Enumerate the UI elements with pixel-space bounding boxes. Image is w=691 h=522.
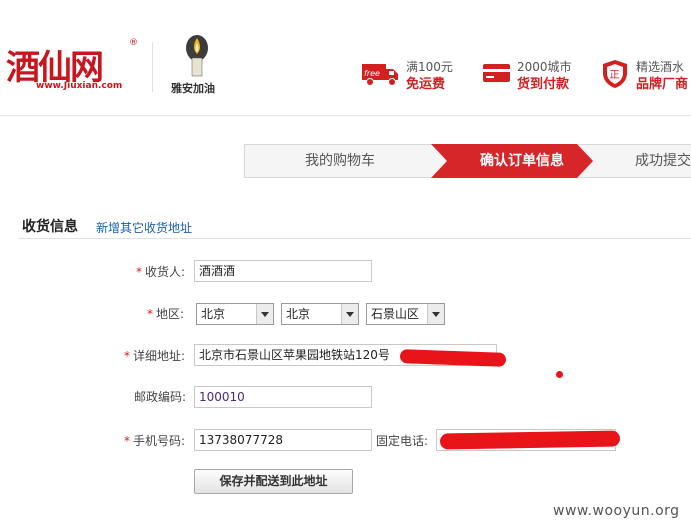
truck-free-icon: free (362, 64, 398, 86)
card-icon (483, 64, 510, 82)
address-label: * 详细地址: (124, 349, 186, 363)
perk-line2: 免运费 (406, 77, 446, 92)
chevron-down-icon (256, 304, 273, 324)
step-confirm-order: 确认订单信息 (431, 144, 593, 178)
logo-registered-mark: ® (129, 38, 138, 48)
header-divider (152, 42, 153, 92)
truck-badge-text: free (364, 69, 380, 78)
shield-char: 正 (610, 70, 620, 81)
phone-label: 固定电话: (376, 434, 429, 448)
mobile-label: * 手机号码: (124, 434, 186, 448)
postcode-input[interactable]: 100010 (194, 386, 372, 408)
logo-url: www.Jiuxian.com (36, 81, 123, 91)
required-mark: * (124, 434, 130, 448)
watermark: www.wooyun.org (553, 503, 680, 519)
receiver-input[interactable]: 酒酒酒 (194, 260, 372, 282)
district-select[interactable]: 石景山区 (366, 303, 445, 325)
step-confirm-label: 确认订单信息 (480, 153, 564, 169)
redaction-mark (439, 430, 621, 450)
receiver-label: * 收货人: (136, 265, 186, 279)
campaign-label: 雅安加油 (171, 82, 215, 95)
required-mark: * (124, 349, 130, 363)
site-logo[interactable]: 酒仙网 ® www.Jiuxian.com (2, 38, 142, 98)
required-mark: * (136, 265, 142, 279)
add-address-link[interactable]: 新增其它收货地址 (96, 219, 192, 236)
section-divider (18, 238, 691, 239)
section-title: 收货信息 (22, 219, 78, 235)
city-select[interactable]: 北京 (281, 303, 359, 325)
province-select[interactable]: 北京 (196, 303, 274, 325)
chevron-down-icon (427, 304, 444, 324)
postcode-label: 邮政编码: (134, 390, 187, 404)
chevron-down-icon (341, 304, 358, 324)
step-submit-success: 成功提交 (635, 153, 691, 169)
step-my-cart[interactable]: 我的购物车 (245, 145, 435, 177)
required-mark: * (147, 307, 153, 321)
save-and-deliver-button[interactable]: 保存并配送到此地址 (194, 469, 353, 494)
region-label: * 地区: (147, 307, 185, 321)
site-header: 酒仙网 ® www.Jiuxian.com 雅安加油 free 满100元 免运… (0, 0, 691, 116)
address-value: 北京市石景山区苹果园地铁站120号 (199, 348, 390, 362)
province-value: 北京 (201, 307, 226, 321)
district-value: 石景山区 (371, 307, 420, 321)
redaction-dot (556, 371, 563, 378)
checkout-steps: 我的购物车 确认订单信息 成功提交 (244, 144, 691, 178)
perk-line2: 货到付款 (517, 77, 570, 92)
city-value: 北京 (286, 307, 311, 321)
shield-icon: 正 (603, 60, 627, 88)
perk-line2: 品牌厂商 (636, 77, 689, 92)
mobile-input[interactable]: 13738077728 (194, 429, 372, 451)
